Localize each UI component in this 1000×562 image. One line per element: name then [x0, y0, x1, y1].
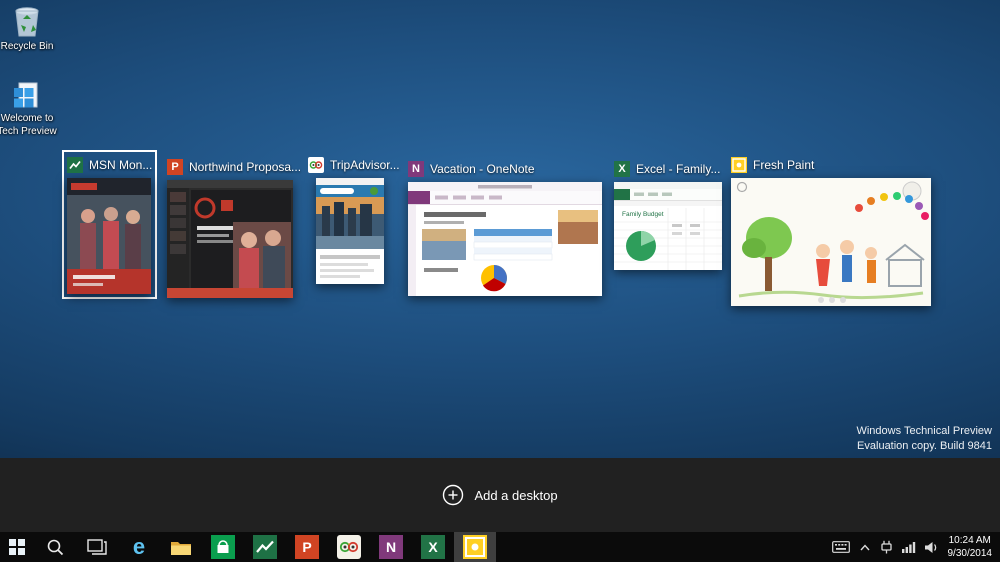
task-view-window-fresh-paint[interactable]: Fresh Paint [726, 150, 936, 311]
powerpoint-thumbnail [167, 180, 293, 298]
add-desktop-label: Add a desktop [474, 487, 558, 503]
recycle-bin-icon [15, 7, 39, 37]
search-button[interactable] [34, 532, 76, 562]
volume-icon[interactable] [924, 541, 939, 554]
file-explorer-icon [171, 541, 191, 555]
task-view-button[interactable] [76, 532, 118, 562]
fresh-paint-taskbar-button[interactable] [454, 532, 496, 562]
fresh-paint-thumbnail [731, 178, 931, 306]
tile-header: Fresh Paint [731, 155, 931, 175]
tile-title: TripAdvisor... [330, 158, 400, 172]
powerpoint-taskbar-button[interactable]: P [286, 532, 328, 562]
task-view-window-msn-money[interactable]: MSN Mon... [62, 150, 158, 299]
msn-money-icon [67, 157, 83, 173]
network-icon[interactable] [901, 541, 916, 553]
excel-icon: X [421, 535, 445, 559]
taskbar: e P N X 10:24 AM 9/30/2014 [0, 532, 1000, 562]
internet-explorer-icon: e [132, 534, 146, 559]
plus-circle-icon [443, 484, 464, 506]
tile-title: Vacation - OneNote [430, 162, 535, 176]
windows-logo-icon [9, 539, 25, 555]
svg-text:Family Budget: Family Budget [622, 211, 664, 218]
desktop-background: Recycle Bin Welcome to Tech Preview MSN … [0, 0, 1000, 458]
msn-money-thumbnail [67, 178, 151, 294]
add-desktop-bar: Add a desktop [0, 458, 1000, 532]
taskbar-clock[interactable]: 10:24 AM 9/30/2014 [948, 534, 993, 560]
task-view-icon [87, 539, 107, 555]
tile-header: P Northwind Proposa... [167, 157, 301, 177]
task-view-window-tripadvisor[interactable]: TripAdvisor... [303, 150, 400, 289]
onenote-icon: N [379, 535, 403, 559]
file-explorer-button[interactable] [160, 532, 202, 562]
tile-title: Excel - Family... [636, 162, 721, 176]
powerpoint-icon: P [295, 535, 319, 559]
watermark-line1: Windows Technical Preview [856, 425, 992, 437]
start-button[interactable] [0, 532, 34, 562]
fresh-paint-icon [463, 535, 487, 559]
msn-money-icon [253, 535, 277, 559]
system-tray: 10:24 AM 9/30/2014 [831, 532, 1000, 562]
tripadvisor-thumbnail [316, 178, 384, 284]
tile-title: Northwind Proposa... [189, 160, 302, 174]
onenote-thumbnail [408, 182, 602, 296]
tile-title: MSN Mon... [89, 158, 153, 172]
clock-time: 10:24 AM [948, 535, 991, 546]
touch-keyboard-icon[interactable] [831, 541, 850, 553]
store-button[interactable] [202, 532, 244, 562]
welcome-tech-preview-icon [14, 82, 38, 108]
desktop-icon-welcome-tech-preview[interactable]: Welcome to Tech Preview [0, 82, 59, 138]
excel-icon: X [614, 161, 630, 177]
task-view-window-onenote[interactable]: N Vacation - OneNote [403, 154, 607, 301]
tile-header: MSN Mon... [67, 155, 152, 175]
watermark-line2: Evaluation copy. Build 9841 [857, 439, 992, 452]
clock-date: 9/30/2014 [947, 548, 993, 559]
excel-thumbnail: Family Budget [614, 182, 722, 270]
store-icon [211, 535, 235, 559]
tile-header: N Vacation - OneNote [408, 159, 602, 179]
recycle-bin-label: Recycle Bin [0, 41, 54, 52]
show-hidden-icons-chevron-icon[interactable] [859, 543, 871, 552]
search-icon [47, 539, 64, 556]
tripadvisor-taskbar-button[interactable] [328, 532, 370, 562]
task-view-window-powerpoint[interactable]: P Northwind Proposa... [162, 152, 306, 303]
task-view-window-excel[interactable]: X Excel - Family... Family Budget [609, 154, 727, 275]
onenote-taskbar-button[interactable]: N [370, 532, 412, 562]
fresh-paint-icon [731, 157, 747, 173]
tripadvisor-icon [337, 535, 361, 559]
add-desktop-button[interactable]: Add a desktop [442, 484, 558, 506]
screen: Recycle Bin Welcome to Tech Preview MSN … [0, 0, 1000, 562]
power-icon[interactable] [880, 540, 893, 554]
tile-header: X Excel - Family... [614, 159, 722, 179]
internet-explorer-button[interactable]: e [118, 532, 160, 562]
welcome-tech-preview-label: Welcome to Tech Preview [0, 113, 57, 137]
powerpoint-icon: P [167, 159, 183, 175]
tile-header: TripAdvisor... [308, 155, 400, 175]
tripadvisor-icon [308, 157, 324, 173]
onenote-icon: N [408, 161, 424, 177]
evaluation-watermark: Windows Technical Preview Evaluation cop… [856, 424, 992, 454]
tile-title: Fresh Paint [753, 158, 815, 172]
msn-money-taskbar-button[interactable] [244, 532, 286, 562]
desktop-icon-recycle-bin[interactable]: Recycle Bin [0, 6, 59, 54]
excel-taskbar-button[interactable]: X [412, 532, 454, 562]
